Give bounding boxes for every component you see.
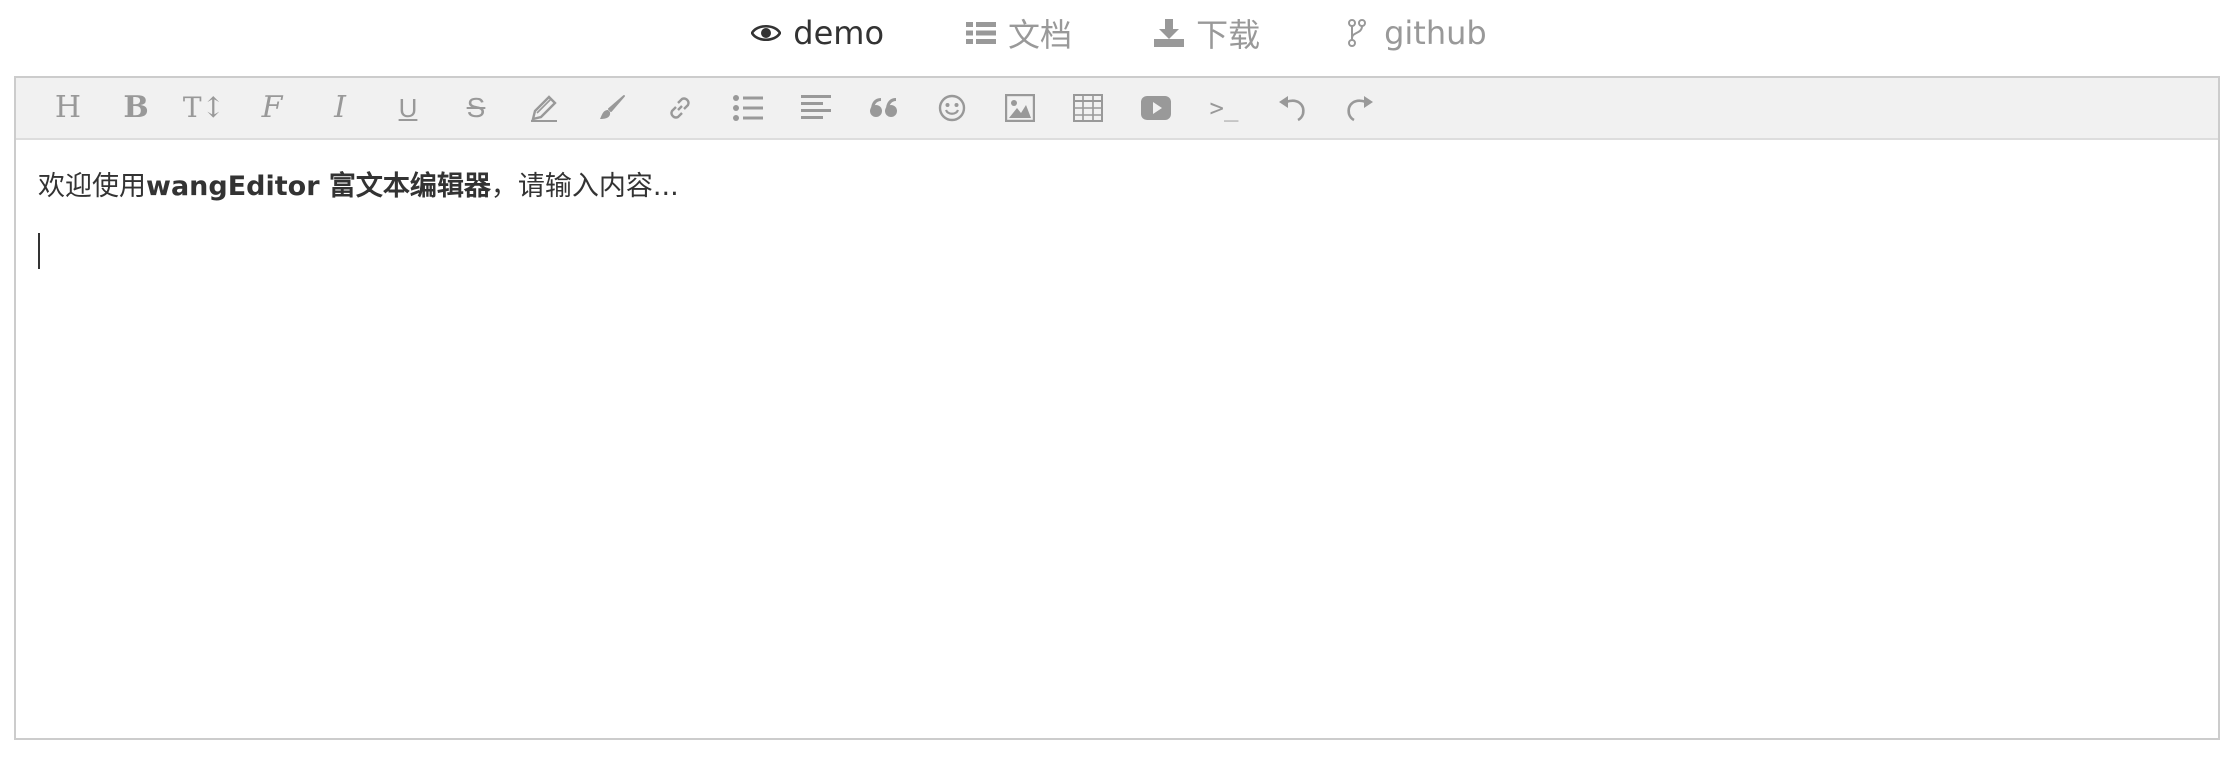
fork-icon bbox=[1340, 16, 1374, 50]
content-paragraph: 欢迎使用wangEditor 富文本编辑器，请输入内容... bbox=[38, 168, 2196, 206]
nav-docs-label: 文档 bbox=[1008, 16, 1073, 54]
quote-icon bbox=[869, 96, 899, 120]
content-bold-text: wangEditor 富文本编辑器 bbox=[146, 171, 491, 202]
strikethrough-button[interactable]: S bbox=[442, 77, 510, 139]
emoji-button[interactable] bbox=[918, 77, 986, 139]
list-icon bbox=[964, 16, 998, 50]
heading-icon: H bbox=[54, 90, 82, 125]
font-size-icon: T↕ bbox=[182, 91, 226, 124]
code-button[interactable]: >_ bbox=[1190, 77, 1258, 139]
bold-icon: B bbox=[123, 90, 149, 125]
redo-button[interactable] bbox=[1326, 77, 1394, 139]
video-icon bbox=[1141, 96, 1171, 120]
nav-docs[interactable]: 文档 bbox=[964, 10, 1072, 56]
image-button[interactable] bbox=[986, 77, 1054, 139]
background-color-button[interactable] bbox=[578, 77, 646, 139]
brush-icon bbox=[597, 93, 627, 123]
download-icon bbox=[1152, 16, 1186, 50]
rich-text-editor: H B T↕ F I U S >_ 欢迎使用wangEditor 富文本编辑器，… bbox=[14, 76, 2220, 740]
image-icon bbox=[1005, 94, 1035, 122]
font-family-icon: F bbox=[261, 90, 283, 125]
align-icon bbox=[801, 94, 831, 122]
heading-button[interactable]: H bbox=[34, 77, 102, 139]
text-color-button[interactable] bbox=[510, 77, 578, 139]
nav-github-label: github bbox=[1384, 14, 1487, 52]
bold-button[interactable]: B bbox=[102, 77, 170, 139]
content-prefix: 欢迎使用 bbox=[38, 171, 146, 202]
emoji-icon bbox=[937, 93, 967, 123]
editor-content[interactable]: 欢迎使用wangEditor 富文本编辑器，请输入内容... bbox=[16, 140, 2218, 324]
underline-button[interactable]: U bbox=[374, 77, 442, 139]
italic-button[interactable]: I bbox=[306, 77, 374, 139]
nav-demo-label: demo bbox=[793, 14, 885, 52]
content-suffix: ，请输入内容... bbox=[490, 171, 679, 202]
redo-icon bbox=[1345, 94, 1375, 122]
undo-button[interactable] bbox=[1258, 77, 1326, 139]
link-button[interactable] bbox=[646, 77, 714, 139]
text-caret bbox=[38, 233, 40, 270]
table-icon bbox=[1073, 94, 1103, 122]
link-icon bbox=[665, 93, 695, 123]
underline-icon: U bbox=[398, 93, 418, 123]
code-icon: >_ bbox=[1209, 94, 1239, 122]
nav-download[interactable]: 下载 bbox=[1152, 10, 1260, 56]
bulleted-list-icon bbox=[733, 94, 763, 122]
bulleted-list-button[interactable] bbox=[714, 77, 782, 139]
nav-download-label: 下载 bbox=[1196, 16, 1261, 54]
strikethrough-icon: S bbox=[466, 92, 486, 123]
quote-button[interactable] bbox=[850, 77, 918, 139]
nav-github[interactable]: github bbox=[1340, 14, 1487, 52]
font-size-button[interactable]: T↕ bbox=[170, 77, 238, 139]
nav-demo[interactable]: demo bbox=[749, 14, 884, 52]
pen-icon bbox=[529, 93, 559, 123]
align-button[interactable] bbox=[782, 77, 850, 139]
editor-toolbar: H B T↕ F I U S >_ bbox=[16, 78, 2218, 140]
undo-icon bbox=[1277, 94, 1307, 122]
eye-icon bbox=[749, 16, 783, 50]
top-nav: demo 文档 下载 github bbox=[0, 0, 2236, 66]
table-button[interactable] bbox=[1054, 77, 1122, 139]
font-family-button[interactable]: F bbox=[238, 77, 306, 139]
content-empty-paragraph bbox=[38, 232, 2196, 270]
italic-icon: I bbox=[334, 90, 346, 125]
video-button[interactable] bbox=[1122, 77, 1190, 139]
